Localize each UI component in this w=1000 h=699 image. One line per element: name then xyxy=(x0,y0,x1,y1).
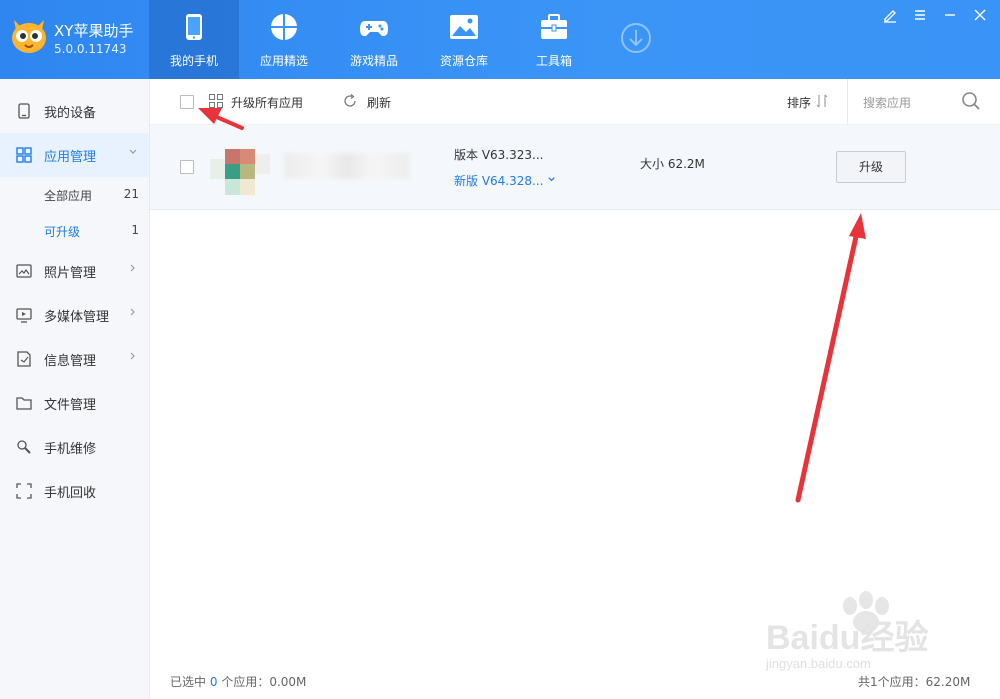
chevron-down-icon xyxy=(548,177,555,182)
toolbar: 升级所有应用 刷新 排序 搜索应用 xyxy=(150,79,1000,125)
photo-icon xyxy=(16,264,32,278)
selected-count: 0 xyxy=(209,675,218,689)
watermark-url: jingyan.baidu.com xyxy=(766,656,871,671)
sidebar-item-files[interactable]: 文件管理 xyxy=(0,381,149,425)
selection-status: 已选中 0 个应用：0.00M xyxy=(170,673,306,690)
chevron-right-icon xyxy=(130,352,135,360)
sort-icon[interactable] xyxy=(816,94,828,108)
sidebar-sub-all-apps[interactable]: 全部应用 21 xyxy=(0,177,149,213)
app-name-blurred xyxy=(284,153,410,179)
toolbox-icon xyxy=(541,14,567,39)
table-row[interactable]: 版本 V63.323... 新版 V64.328... 大小 62.2M 升级 xyxy=(150,125,1000,210)
upgrade-button[interactable]: 升级 xyxy=(836,151,906,183)
device-icon xyxy=(18,103,30,119)
sidebar-item-repair[interactable]: 手机维修 xyxy=(0,425,149,469)
sub-label: 可升级 xyxy=(44,225,81,239)
grid-icon xyxy=(16,147,32,163)
sidebar-item-recycle[interactable]: 手机回收 xyxy=(0,469,149,513)
select-all-checkbox[interactable] xyxy=(180,95,194,109)
recycle-icon xyxy=(16,483,32,499)
gamepad-icon xyxy=(360,21,388,37)
current-version: 版本 V63.323... xyxy=(454,148,544,162)
sub-count: 1 xyxy=(131,223,139,237)
message-icon xyxy=(17,351,31,367)
xy-logo-icon xyxy=(12,20,46,53)
tab-app-picks[interactable]: 应用精选 xyxy=(239,0,329,79)
sidebar-item-messages[interactable]: 信息管理 xyxy=(0,337,149,381)
refresh-button[interactable]: 刷新 xyxy=(367,94,391,111)
sub-count: 21 xyxy=(123,187,139,201)
search-icon[interactable] xyxy=(961,91,981,111)
app-version: 5.0.0.11743 xyxy=(54,42,127,56)
sidebar-item-label: 照片管理 xyxy=(44,266,97,281)
sidebar: 我的设备 应用管理 全部应用 21 可升级 1 照片管理 多媒体管理 信息管理 … xyxy=(0,79,150,699)
tab-games[interactable]: 游戏精品 xyxy=(329,0,419,79)
menu-icon[interactable] xyxy=(912,7,928,23)
selected-suffix: 个应用：0.00M xyxy=(221,675,307,689)
phone-icon xyxy=(186,14,202,40)
app-icon xyxy=(210,149,272,195)
upgrade-all-button[interactable]: 升级所有应用 xyxy=(231,94,303,111)
sidebar-item-media[interactable]: 多媒体管理 xyxy=(0,293,149,337)
minimize-icon[interactable] xyxy=(942,7,958,23)
row-checkbox[interactable] xyxy=(180,160,194,174)
watermark-brand: Baidu经验 xyxy=(766,619,929,657)
sidebar-item-label: 应用管理 xyxy=(44,150,97,165)
tab-label: 游戏精品 xyxy=(349,54,398,68)
refresh-icon[interactable] xyxy=(343,94,357,108)
sidebar-item-app-management[interactable]: 应用管理 xyxy=(0,133,149,177)
chevron-down-icon xyxy=(129,149,137,154)
wrench-icon xyxy=(17,440,31,454)
tab-resources[interactable]: 资源仓库 xyxy=(419,0,509,79)
folder-icon xyxy=(16,397,32,410)
sidebar-sub-upgradable[interactable]: 可升级 1 xyxy=(0,213,149,249)
skin-icon[interactable] xyxy=(882,7,898,23)
sidebar-item-label: 文件管理 xyxy=(44,398,97,413)
chevron-right-icon xyxy=(130,264,135,272)
divider xyxy=(847,79,848,125)
app-size: 大小 62.2M xyxy=(640,157,705,171)
sub-label: 全部应用 xyxy=(44,189,93,203)
sidebar-item-label: 信息管理 xyxy=(44,354,97,369)
apps-icon xyxy=(271,14,297,40)
monitor-icon xyxy=(16,308,32,323)
tab-toolbox[interactable]: 工具箱 xyxy=(509,0,599,79)
sort-button[interactable]: 排序 xyxy=(787,94,811,111)
new-version-label: 新版 V64.328... xyxy=(454,174,544,188)
grid-icon xyxy=(209,94,223,108)
sidebar-item-my-device[interactable]: 我的设备 xyxy=(0,89,149,133)
sidebar-item-label: 手机维修 xyxy=(44,442,97,457)
sidebar-item-photos[interactable]: 照片管理 xyxy=(0,249,149,293)
close-icon[interactable] xyxy=(972,7,988,23)
tab-label: 资源仓库 xyxy=(439,54,488,68)
app-name: XY苹果助手 xyxy=(54,22,134,40)
download-icon[interactable] xyxy=(620,22,652,54)
sidebar-item-label: 多媒体管理 xyxy=(44,310,110,325)
search-input[interactable]: 搜索应用 xyxy=(863,94,911,111)
annotation-arrow-upgrade xyxy=(795,213,866,503)
chevron-right-icon xyxy=(130,308,135,316)
new-version[interactable]: 新版 V64.328... xyxy=(454,172,556,189)
tab-my-phone[interactable]: 我的手机 xyxy=(149,0,239,79)
selected-prefix: 已选中 xyxy=(170,675,207,689)
tab-label: 工具箱 xyxy=(535,54,572,68)
tab-label: 应用精选 xyxy=(259,54,308,68)
top-header: XY苹果助手 5.0.0.11743 我的手机 应用精选 游戏精品 资源仓库 工… xyxy=(0,0,1000,79)
tab-label: 我的手机 xyxy=(169,54,218,68)
image-icon xyxy=(450,15,478,39)
sidebar-item-label: 手机回收 xyxy=(44,486,97,501)
sidebar-item-label: 我的设备 xyxy=(44,106,97,121)
